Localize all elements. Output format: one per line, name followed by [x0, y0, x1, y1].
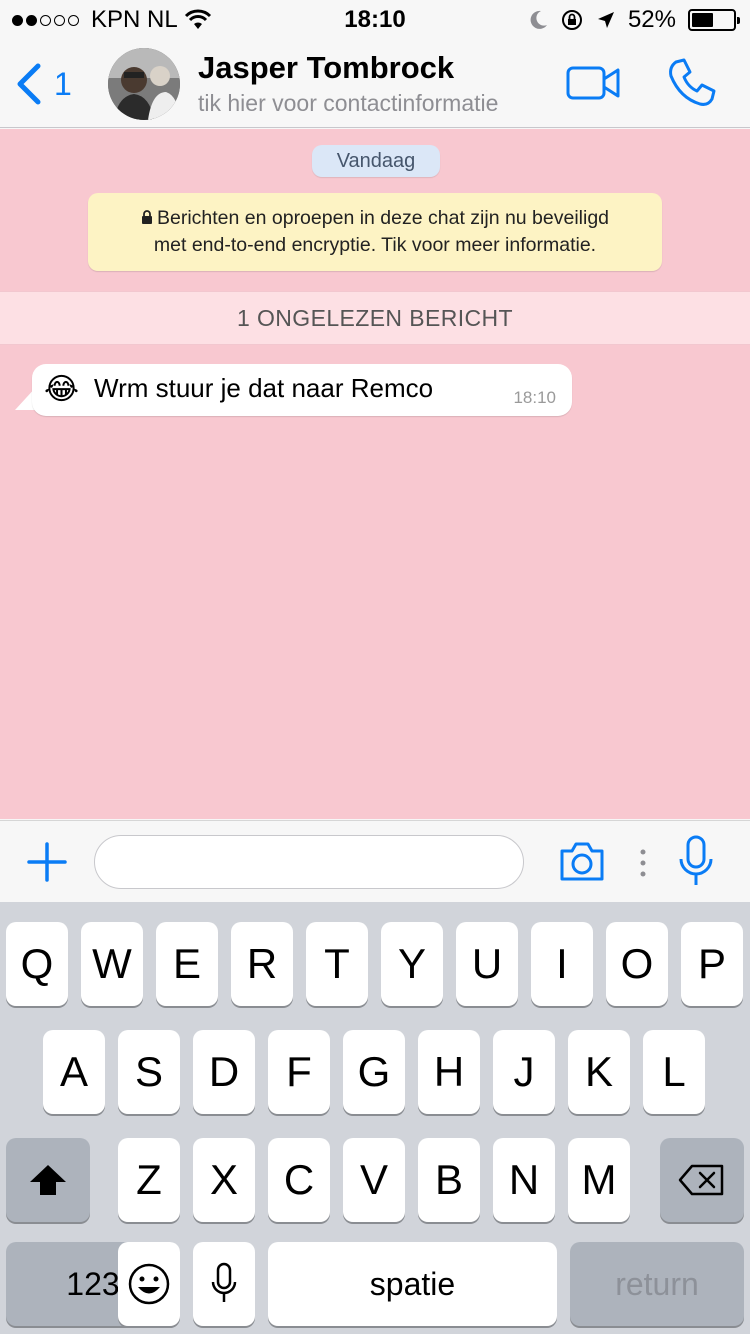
key-o[interactable]: O [606, 922, 668, 1006]
key-l[interactable]: L [643, 1030, 705, 1114]
back-unread-count: 1 [54, 65, 72, 102]
video-camera-icon [566, 66, 620, 100]
message-time: 18:10 [513, 388, 556, 407]
message-bubble[interactable]: 😂 Wrm stuur je dat naar Remco 18:10 [32, 364, 572, 416]
voice-call-button[interactable] [664, 56, 718, 110]
voice-message-button[interactable] [678, 835, 714, 889]
keyboard: Q W E R T Y U I O P A S D F G H J K L Z … [0, 902, 750, 1334]
key-c[interactable]: C [268, 1138, 330, 1222]
message-input[interactable] [94, 835, 524, 889]
shift-arrow-icon [30, 1165, 66, 1195]
contact-info-hint[interactable]: tik hier voor contactinformatie [198, 90, 498, 117]
key-f[interactable]: F [268, 1030, 330, 1114]
key-m[interactable]: M [568, 1138, 630, 1222]
key-r[interactable]: R [231, 922, 293, 1006]
key-d[interactable]: D [193, 1030, 255, 1114]
camera-button[interactable] [558, 839, 606, 883]
dictation-key[interactable] [193, 1242, 255, 1326]
phone-icon [669, 58, 716, 106]
vertical-dots-icon [640, 849, 646, 877]
key-u[interactable]: U [456, 922, 518, 1006]
battery-level-fill [692, 13, 713, 27]
key-e[interactable]: E [156, 922, 218, 1006]
backspace-icon [678, 1164, 724, 1196]
location-icon [597, 12, 614, 28]
key-y[interactable]: Y [381, 922, 443, 1006]
orientation-lock-icon [561, 10, 582, 30]
battery-percent: 52% [627, 6, 676, 33]
key-x[interactable]: X [193, 1138, 255, 1222]
avatar-photo [108, 48, 180, 120]
key-j[interactable]: J [493, 1030, 555, 1114]
camera-icon [560, 842, 604, 881]
emoji-keyboard-key[interactable] [118, 1242, 180, 1326]
key-q[interactable]: Q [6, 922, 68, 1006]
status-bar-right: 52% [528, 6, 740, 34]
emoji-face-icon [128, 1263, 170, 1305]
space-key[interactable]: spatie [268, 1242, 557, 1326]
encryption-text-2: met end-to-end encryptie. Tik voor meer … [153, 234, 597, 256]
key-v[interactable]: V [343, 1138, 405, 1222]
key-b[interactable]: B [418, 1138, 480, 1222]
contact-name[interactable]: Jasper Tombrock [198, 50, 454, 86]
key-n[interactable]: N [493, 1138, 555, 1222]
unread-messages-divider: 1 ONGELEZEN BERICHT [0, 291, 750, 345]
video-call-button[interactable] [566, 64, 622, 104]
moon-icon [530, 10, 547, 29]
key-t[interactable]: T [306, 922, 368, 1006]
chat-header: 1 Jasper Tombrock tik hier voor contacti… [0, 40, 750, 128]
plus-icon [27, 842, 67, 882]
message-input-bar [0, 820, 750, 902]
encryption-notice-line-1: Berichten en oproepen in deze chat zijn … [88, 205, 662, 232]
shift-key[interactable] [6, 1138, 90, 1222]
status-bar: KPN NL 18:10 52% [0, 0, 750, 40]
key-a[interactable]: A [43, 1030, 105, 1114]
attach-button[interactable] [26, 841, 68, 883]
laughing-emoji: 😂 [44, 373, 80, 406]
avatar[interactable] [108, 48, 180, 120]
encryption-text-1: Berichten en oproepen in deze chat zijn … [156, 207, 610, 229]
microphone-icon [679, 835, 713, 885]
key-k[interactable]: K [568, 1030, 630, 1114]
chevron-left-icon [17, 63, 41, 105]
message-text: Wrm stuur je dat naar Remco [94, 373, 434, 403]
more-options-icon[interactable] [640, 849, 646, 877]
encryption-notice[interactable]: Berichten en oproepen in deze chat zijn … [88, 193, 662, 271]
return-key[interactable]: return [570, 1242, 744, 1326]
key-i[interactable]: I [531, 922, 593, 1006]
battery-icon [688, 9, 740, 31]
lock-icon [141, 210, 152, 224]
chat-area[interactable]: Vandaag Berichten en oproepen in deze ch… [0, 129, 750, 819]
back-button[interactable]: 1 [14, 62, 72, 106]
backspace-key[interactable] [660, 1138, 744, 1222]
key-z[interactable]: Z [118, 1138, 180, 1222]
key-p[interactable]: P [681, 922, 743, 1006]
key-s[interactable]: S [118, 1030, 180, 1114]
date-separator: Vandaag [312, 145, 440, 177]
key-g[interactable]: G [343, 1030, 405, 1114]
key-h[interactable]: H [418, 1030, 480, 1114]
microphone-icon [211, 1262, 237, 1302]
key-w[interactable]: W [81, 922, 143, 1006]
